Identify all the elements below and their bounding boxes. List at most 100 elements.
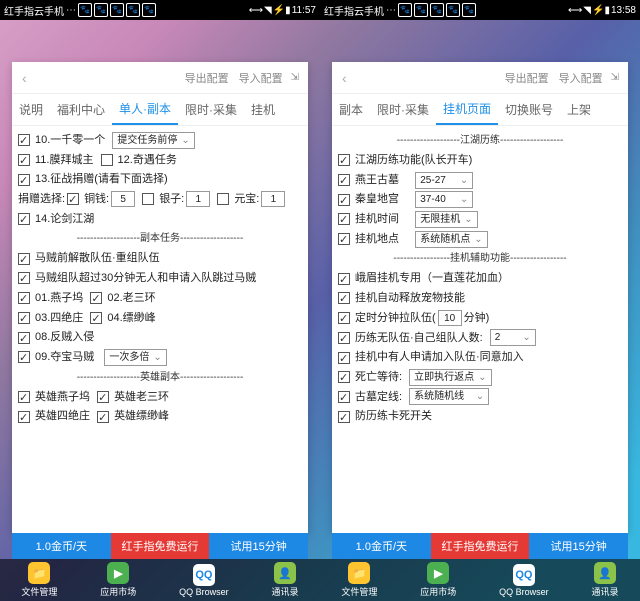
checkbox[interactable] <box>18 391 30 403</box>
folder-icon: 📁 <box>348 562 370 584</box>
config-panel: ‹ 导出配置 导入配置 ⇲ 副本 限时·采集 挂机页面 切换账号 上架 ----… <box>332 62 628 533</box>
tab-shelf[interactable]: 上架 <box>560 94 598 125</box>
checkbox[interactable] <box>338 312 350 324</box>
checkbox[interactable] <box>338 273 350 285</box>
select[interactable]: 37-40 <box>415 191 473 208</box>
checkbox[interactable] <box>217 193 229 205</box>
select[interactable]: 系统随机点 <box>415 231 487 248</box>
tab-solo[interactable]: 单人·副本 <box>112 94 178 125</box>
checkbox[interactable] <box>18 312 30 324</box>
select[interactable]: 一次多倍 <box>104 349 166 366</box>
checkbox[interactable] <box>338 233 350 245</box>
export-button[interactable]: 导出配置 <box>500 70 554 86</box>
paw-icon: 🐾 <box>94 3 108 17</box>
paw-icon: 🐾 <box>430 3 444 17</box>
checkbox[interactable] <box>18 213 30 225</box>
checkbox[interactable] <box>338 213 350 225</box>
opt-label: 11.膜拜城主 <box>35 151 93 170</box>
price-button[interactable]: 1.0金币/天 <box>12 533 111 559</box>
dock: 📁文件管理 ▶应用市场 QQQQ Browser 👤通讯录 <box>320 559 640 601</box>
trial-button[interactable]: 试用15分钟 <box>529 533 628 559</box>
back-icon[interactable]: ‹ <box>18 70 31 86</box>
checkbox[interactable] <box>338 332 350 344</box>
dock-browser[interactable]: QQQQ Browser <box>499 564 549 597</box>
checkbox[interactable] <box>90 292 102 304</box>
qq-icon: QQ <box>513 564 535 586</box>
tab-hang-page[interactable]: 挂机页面 <box>436 94 498 125</box>
collapse-icon[interactable]: ⇲ <box>608 72 622 83</box>
checkbox[interactable] <box>338 371 350 383</box>
checkbox[interactable] <box>18 411 30 423</box>
tab-desc[interactable]: 说明 <box>12 94 50 125</box>
checkbox[interactable] <box>142 193 154 205</box>
contacts-icon: 👤 <box>274 562 296 584</box>
section-divider: -------------------副本任务-----------------… <box>18 230 302 247</box>
contacts-icon: 👤 <box>594 562 616 584</box>
select[interactable]: 无限挂机 <box>415 211 477 228</box>
free-run-button[interactable]: 红手指免费运行 <box>111 533 210 559</box>
checkbox[interactable] <box>97 411 109 423</box>
checkbox[interactable] <box>338 352 350 364</box>
market-icon: ▶ <box>107 562 129 584</box>
dock-contacts[interactable]: 👤通讯录 <box>592 562 619 598</box>
checkbox[interactable] <box>18 253 30 265</box>
dock-files[interactable]: 📁文件管理 <box>341 562 377 598</box>
phone-left: 红手指云手机⋯🐾🐾🐾🐾🐾 ⟷◥⚡▮11:57 ‹ 导出配置 导入配置 ⇲ 说明 … <box>0 0 320 601</box>
tab-dungeon[interactable]: 副本 <box>332 94 370 125</box>
status-time: 13:58 <box>611 5 636 16</box>
tab-timed[interactable]: 限时·采集 <box>178 94 244 125</box>
back-icon[interactable]: ‹ <box>338 70 351 86</box>
checkbox[interactable] <box>18 292 30 304</box>
gold-input[interactable]: 1 <box>261 191 285 207</box>
checkbox[interactable] <box>338 391 350 403</box>
checkbox[interactable] <box>67 193 79 205</box>
select[interactable]: 25-27 <box>415 172 473 189</box>
checkbox[interactable] <box>18 174 30 186</box>
checkbox[interactable] <box>18 154 30 166</box>
checkbox[interactable] <box>338 411 350 423</box>
dock-contacts[interactable]: 👤通讯录 <box>272 562 299 598</box>
checkbox[interactable] <box>18 351 30 363</box>
checkbox[interactable] <box>338 174 350 186</box>
free-run-button[interactable]: 红手指免费运行 <box>431 533 530 559</box>
silver-input[interactable]: 1 <box>186 191 210 207</box>
tab-timed[interactable]: 限时·采集 <box>370 94 436 125</box>
tab-switch-account[interactable]: 切换账号 <box>498 94 560 125</box>
bronze-input[interactable]: 5 <box>111 191 135 207</box>
select[interactable]: 提交任务前停 <box>112 132 194 149</box>
import-button[interactable]: 导入配置 <box>554 70 608 86</box>
checkbox[interactable] <box>338 194 350 206</box>
export-button[interactable]: 导出配置 <box>180 70 234 86</box>
paw-icon: 🐾 <box>398 3 412 17</box>
import-button[interactable]: 导入配置 <box>234 70 288 86</box>
paw-icon: 🐾 <box>142 3 156 17</box>
sync-icon: ⟷ <box>568 5 582 16</box>
checkbox[interactable] <box>338 292 350 304</box>
status-time: 11:57 <box>292 5 316 16</box>
tab-hang[interactable]: 挂机 <box>244 94 282 125</box>
price-button[interactable]: 1.0金币/天 <box>332 533 431 559</box>
collapse-icon[interactable]: ⇲ <box>288 72 302 83</box>
checkbox[interactable] <box>90 312 102 324</box>
minutes-input[interactable]: 10 <box>438 310 462 326</box>
trial-button[interactable]: 试用15分钟 <box>209 533 308 559</box>
tab-welfare[interactable]: 福利中心 <box>50 94 112 125</box>
dock-files[interactable]: 📁文件管理 <box>21 562 57 598</box>
select[interactable]: 2 <box>490 329 536 346</box>
checkbox[interactable] <box>18 272 30 284</box>
select[interactable]: 系统随机线 <box>409 388 489 405</box>
section-divider: -------------------英雄副本-----------------… <box>18 369 302 386</box>
tab-bar: 副本 限时·采集 挂机页面 切换账号 上架 <box>332 94 628 126</box>
checkbox[interactable] <box>97 391 109 403</box>
dock-browser[interactable]: QQQQ Browser <box>179 564 229 597</box>
opt-label: 12.奇遇任务 <box>118 151 177 170</box>
opt-label: 13.征战捐赠(请看下面选择) <box>35 170 168 189</box>
checkbox[interactable] <box>101 154 113 166</box>
select[interactable]: 立即执行返点 <box>409 369 491 386</box>
checkbox[interactable] <box>18 134 30 146</box>
dock-market[interactable]: ▶应用市场 <box>420 562 456 598</box>
checkbox[interactable] <box>338 154 350 166</box>
dock-market[interactable]: ▶应用市场 <box>100 562 136 598</box>
checkbox[interactable] <box>18 332 30 344</box>
donation-label: 捐赠选择: <box>18 190 65 209</box>
